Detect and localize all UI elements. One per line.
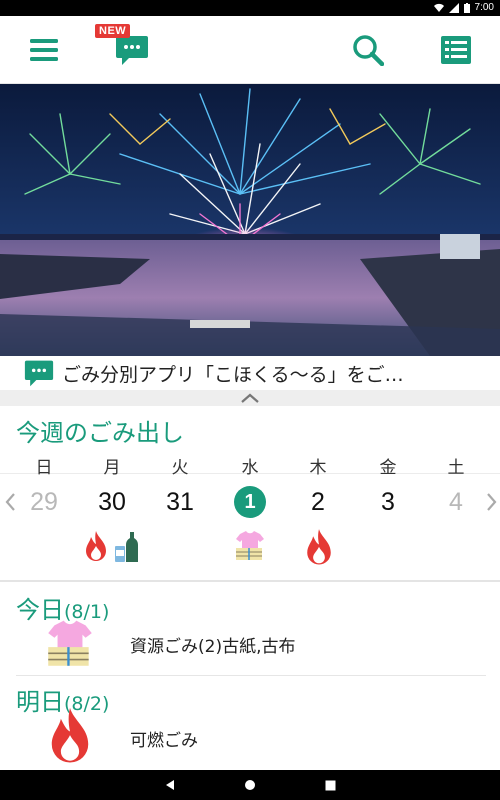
date-cell[interactable]: 2 xyxy=(293,488,343,517)
tomorrow-item-label: 可燃ごみ xyxy=(130,731,198,751)
paper-cloth-icon xyxy=(236,531,264,560)
clock: 7:00 xyxy=(474,2,494,13)
status-icons: 7:00 xyxy=(433,2,494,13)
collapse-handle[interactable] xyxy=(0,390,500,406)
status-bar: 7:00 xyxy=(0,0,500,16)
chevron-up-icon xyxy=(241,393,259,403)
back-triangle-icon xyxy=(166,780,174,790)
date-cell[interactable]: 29 xyxy=(19,488,69,517)
signal-icon xyxy=(448,2,459,13)
app-bar: NEW xyxy=(0,16,500,84)
home-circle-icon xyxy=(245,780,255,790)
wifi-icon xyxy=(433,3,444,12)
dow-tue: 火 xyxy=(171,458,189,478)
news-text: ごみ分別アプリ「こほくる〜る」をご… xyxy=(62,363,404,386)
menu-button[interactable] xyxy=(14,16,74,84)
chat-bubble-icon xyxy=(24,360,54,387)
date-cell-selected[interactable]: 1 xyxy=(225,491,275,514)
battery-icon xyxy=(463,2,470,13)
week-title: 今週のごみ出し xyxy=(16,419,184,447)
chat-bubble-icon xyxy=(116,36,148,65)
hamburger-icon xyxy=(30,39,58,61)
search-button[interactable] xyxy=(338,16,398,84)
tomorrow-item[interactable]: 可燃ごみ xyxy=(0,704,500,774)
date-cell[interactable]: 30 xyxy=(87,488,137,517)
date-cell[interactable]: 4 xyxy=(431,488,481,517)
list-divider xyxy=(16,675,486,676)
hero-fireworks-photo[interactable] xyxy=(0,84,500,356)
paper-cloth-icon xyxy=(48,620,92,666)
burnable-fire-icon xyxy=(86,531,106,561)
home-button[interactable] xyxy=(230,770,270,800)
date-cell[interactable]: 3 xyxy=(363,488,413,517)
list-icon xyxy=(441,36,471,64)
today-item[interactable]: 資源ごみ(2)古紙,古布 xyxy=(0,614,500,684)
section-divider xyxy=(0,580,500,582)
dow-fri: 金 xyxy=(379,458,397,478)
dow-wed: 水 xyxy=(241,458,259,478)
dow-mon: 月 xyxy=(103,458,121,478)
recents-square-icon xyxy=(325,780,335,790)
recents-button[interactable] xyxy=(310,770,350,800)
dow-thu: 木 xyxy=(309,458,327,478)
back-button[interactable] xyxy=(150,770,190,800)
date-cell[interactable]: 31 xyxy=(155,488,205,517)
system-nav-bar xyxy=(0,770,500,800)
day-of-week-row: 日 月 火 水 木 金 土 xyxy=(0,450,500,478)
burnable-fire-icon xyxy=(307,529,331,565)
dow-sun: 日 xyxy=(35,458,53,478)
new-badge: NEW xyxy=(95,24,131,38)
list-button[interactable] xyxy=(426,16,486,84)
news-ticker[interactable]: ごみ分別アプリ「こほくる〜る」をご… xyxy=(0,356,500,390)
dow-sat: 土 xyxy=(447,458,465,478)
week-dates: 29 30 31 1 2 3 4 xyxy=(0,480,500,526)
bottles-cans-icon xyxy=(115,532,138,562)
today-item-label: 資源ごみ(2)古紙,古布 xyxy=(130,637,296,657)
burnable-fire-icon xyxy=(51,707,89,763)
search-icon xyxy=(353,35,384,66)
